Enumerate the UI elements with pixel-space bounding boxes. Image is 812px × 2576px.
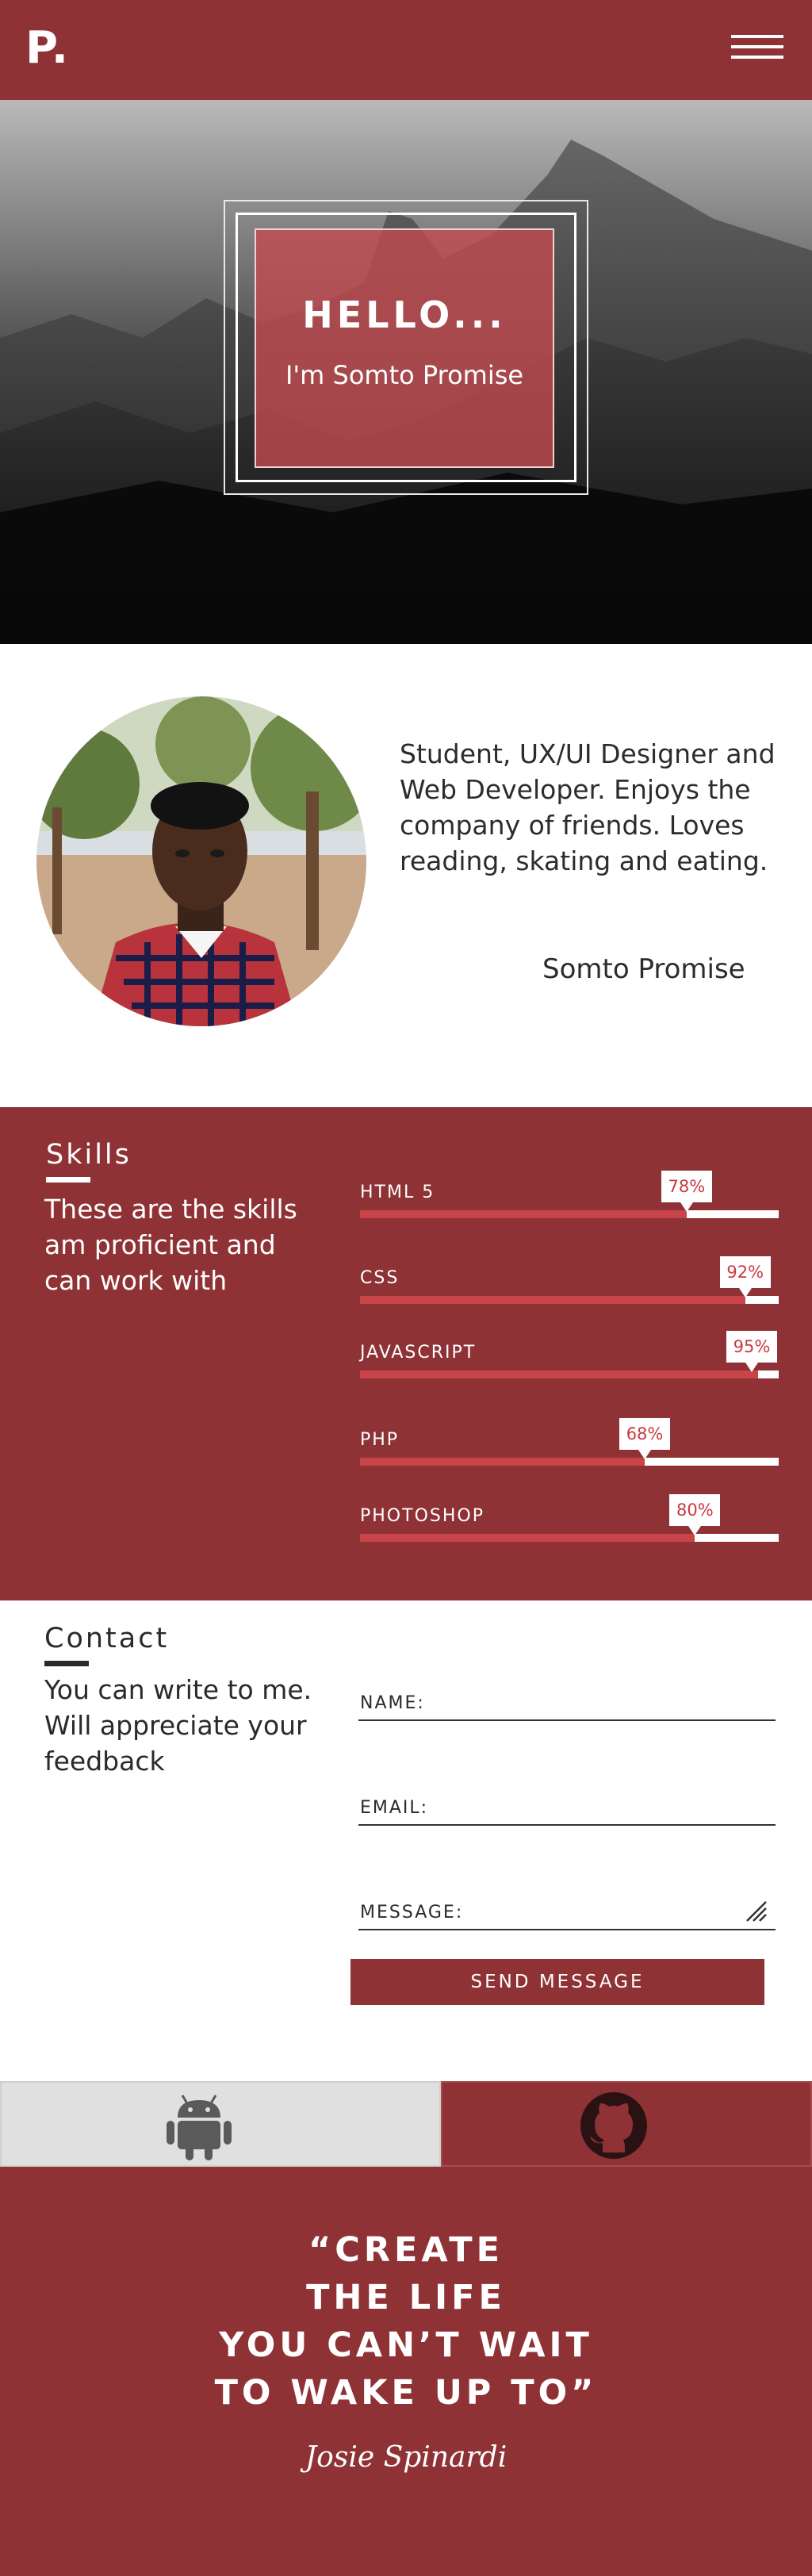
message-field[interactable]: MESSAGE:: [358, 1883, 776, 1930]
contact-title-underline: [44, 1661, 89, 1666]
quote-line: YOU CAN’T WAIT: [219, 2325, 593, 2365]
send-message-button[interactable]: SEND MESSAGE: [350, 1959, 764, 2005]
skill-label: PHOTOSHOP: [360, 1506, 485, 1526]
skill-item-javascript: JAVASCRIPT 95%: [358, 1323, 779, 1386]
resize-handle-icon[interactable]: [741, 1896, 768, 1922]
skill-percent-tooltip: 80%: [669, 1494, 721, 1535]
about-name: Somto Promise: [542, 953, 745, 985]
android-icon: [167, 2095, 232, 2160]
skills-description: These are the skills am proficient and c…: [44, 1194, 297, 1296]
about-bio: Student, UX/UI Designer and Web Develope…: [400, 738, 776, 876]
skill-bar-fill: [360, 1210, 687, 1218]
name-field-label: NAME:: [360, 1693, 425, 1713]
github-icon: [580, 2092, 647, 2159]
quote-author: Josie Spinardi: [304, 2441, 508, 2474]
hero-section: HELLO... I'm Somto Promise: [0, 100, 812, 644]
skill-percent-tooltip: 68%: [619, 1418, 671, 1459]
hero-subtitle: I'm Somto Promise: [285, 360, 524, 390]
quote-line: “CREATE: [308, 2230, 504, 2270]
profile-avatar: [36, 696, 366, 1026]
skill-bar-track: [360, 1210, 779, 1218]
skill-percent-tooltip: 78%: [661, 1171, 712, 1212]
skill-item-html5: HTML 5 78%: [358, 1163, 779, 1226]
skill-label: HTML 5: [360, 1183, 435, 1202]
hamburger-menu-icon[interactable]: [731, 35, 785, 60]
social-links: [0, 2081, 812, 2167]
skill-item-css: CSS 92%: [358, 1248, 779, 1312]
site-header: P.: [0, 0, 812, 100]
skill-item-photoshop: PHOTOSHOP 80%: [358, 1486, 779, 1550]
skill-percent-tooltip: 92%: [719, 1256, 771, 1298]
quote-line: TO WAKE UP TO”: [214, 2373, 598, 2413]
site-logo[interactable]: P.: [25, 22, 70, 74]
message-field-label: MESSAGE:: [360, 1903, 464, 1922]
hero-card: HELLO... I'm Somto Promise: [255, 228, 554, 468]
skill-percent-tooltip: 95%: [726, 1331, 777, 1372]
skill-item-php: PHP 68%: [358, 1410, 779, 1474]
github-link[interactable]: [441, 2081, 812, 2167]
skills-title-underline: [46, 1177, 90, 1183]
contact-description: You can write to me. Will appreciate you…: [44, 1674, 312, 1777]
skill-bar-fill: [360, 1458, 645, 1466]
skill-bar-fill: [360, 1296, 745, 1304]
skill-bar-fill: [360, 1370, 758, 1378]
about-section: Student, UX/UI Designer and Web Develope…: [0, 644, 812, 1107]
quote-section: “CREATE THE LIFE YOU CAN’T WAIT TO WAKE …: [0, 2167, 812, 2576]
contact-section: Contact You can write to me. Will apprec…: [0, 1600, 812, 2081]
skill-bar-track: [360, 1534, 779, 1542]
contact-title: Contact: [44, 1623, 170, 1654]
skill-bar-fill: [360, 1534, 695, 1542]
android-link[interactable]: [0, 2081, 441, 2167]
email-field-label: EMAIL:: [360, 1798, 429, 1818]
skill-bar-track: [360, 1370, 779, 1378]
skills-section: Skills These are the skills am proficien…: [0, 1107, 812, 1600]
skills-title: Skills: [46, 1139, 132, 1171]
skill-label: CSS: [360, 1268, 400, 1288]
hero-title: HELLO...: [302, 293, 507, 336]
skill-label: PHP: [360, 1430, 400, 1450]
skill-label: JAVASCRIPT: [360, 1343, 477, 1363]
skill-bar-track: [360, 1458, 779, 1466]
email-field[interactable]: EMAIL:: [358, 1778, 776, 1826]
skill-bar-track: [360, 1296, 779, 1304]
name-field[interactable]: NAME:: [358, 1673, 776, 1721]
quote-line: THE LIFE: [306, 2278, 506, 2317]
